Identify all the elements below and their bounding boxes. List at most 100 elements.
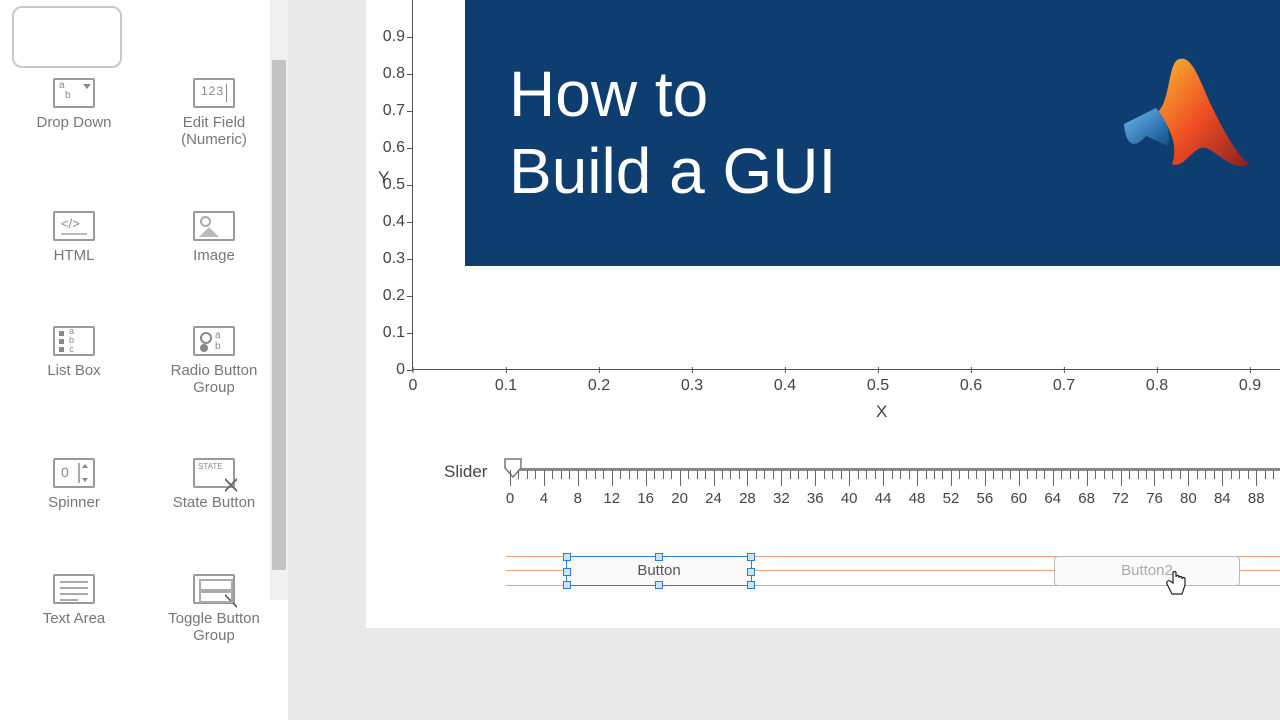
blank-panel-preview[interactable]	[12, 6, 122, 68]
ruler-tick	[1205, 470, 1206, 479]
ruler-label: 76	[1146, 490, 1163, 507]
resize-handle[interactable]	[563, 581, 571, 589]
ruler-tick	[917, 470, 918, 486]
image-icon	[193, 211, 235, 241]
ruler-tick	[1087, 470, 1088, 486]
ruler-label: 84	[1214, 490, 1231, 507]
resize-handle[interactable]	[563, 568, 571, 576]
y-tick: 0.8	[367, 65, 405, 83]
y-tick: 0.3	[367, 250, 405, 268]
ruler-label: 12	[603, 490, 620, 507]
component-label: Radio Button	[171, 362, 258, 379]
ruler-label: 8	[574, 490, 582, 507]
ruler-tick	[1019, 470, 1020, 486]
design-workspace: Y X 0.90.80.70.60.50.40.30.20.1000.10.20…	[288, 0, 1280, 720]
ruler-label: 60	[1010, 490, 1027, 507]
ruler-tick	[722, 470, 723, 479]
resize-handle[interactable]	[747, 553, 755, 561]
resize-handle[interactable]	[747, 568, 755, 576]
spinner-icon	[53, 458, 95, 488]
toggle-group-icon	[193, 574, 235, 604]
component-radiogroup[interactable]: Radio Button Group	[144, 326, 284, 397]
ruler-tick	[985, 470, 986, 486]
resize-handle[interactable]	[655, 581, 663, 589]
ruler-tick	[637, 470, 638, 479]
ruler-label: 56	[977, 490, 994, 507]
y-tick: 0.4	[367, 213, 405, 231]
component-statebutton[interactable]: State Button	[144, 458, 284, 511]
component-togglegroup[interactable]: Toggle Button Group	[144, 574, 284, 645]
ruler-tick	[1188, 470, 1189, 486]
slider-ruler: 0481216202428323640444852566064687276808…	[510, 470, 1280, 516]
ruler-label: 28	[739, 490, 756, 507]
ruler-label: 16	[637, 490, 654, 507]
ruler-tick	[849, 470, 850, 486]
resize-handle[interactable]	[747, 581, 755, 589]
ruler-tick	[926, 470, 927, 479]
ruler-label: 48	[909, 490, 926, 507]
ruler-tick	[561, 470, 562, 479]
ruler-tick	[1104, 470, 1105, 479]
ruler-label: 24	[705, 490, 722, 507]
ruler-tick	[909, 470, 910, 479]
ruler-tick	[858, 470, 859, 479]
listbox-icon	[53, 326, 95, 356]
component-label: Drop Down	[36, 114, 111, 131]
radio-group-icon	[193, 326, 235, 356]
ruler-tick	[951, 470, 952, 486]
ruler-tick	[1180, 470, 1181, 479]
resize-handle[interactable]	[563, 553, 571, 561]
component-spinner[interactable]: Spinner	[4, 458, 144, 511]
y-tick: 0.6	[367, 139, 405, 157]
component-listbox[interactable]: List Box	[4, 326, 144, 397]
button-1[interactable]: Button	[566, 556, 752, 586]
component-edit-numeric[interactable]: Edit Field (Numeric)	[144, 78, 284, 149]
ruler-tick	[518, 470, 519, 479]
component-textarea[interactable]: Text Area	[4, 574, 144, 645]
ruler-tick	[1231, 470, 1232, 479]
ruler-label: 32	[773, 490, 790, 507]
matlab-logo-icon	[1122, 52, 1252, 172]
ruler-tick	[1078, 470, 1079, 479]
slider-component[interactable]: Slider 048121620242832364044485256606468…	[444, 458, 1280, 528]
ruler-tick	[1010, 470, 1011, 479]
ruler-tick	[1138, 470, 1139, 479]
component-image[interactable]: Image	[144, 211, 284, 264]
ruler-label: 72	[1112, 490, 1129, 507]
ruler-tick	[1248, 470, 1249, 479]
ruler-tick	[1146, 470, 1147, 479]
x-axis-label: X	[876, 402, 887, 422]
component-label: Toggle Button	[168, 610, 260, 627]
ruler-tick	[1036, 470, 1037, 479]
ruler-tick	[959, 470, 960, 479]
ruler-tick	[976, 470, 977, 479]
textarea-icon	[53, 574, 95, 604]
component-dropdown[interactable]: Drop Down	[4, 78, 144, 149]
resize-handle[interactable]	[655, 553, 663, 561]
ruler-tick	[1214, 470, 1215, 479]
state-button-icon	[193, 458, 235, 488]
palette-scrollbar[interactable]	[270, 0, 288, 600]
x-tick: 0.9	[1239, 377, 1261, 395]
component-html[interactable]: HTML	[4, 211, 144, 264]
ruler-tick	[1070, 470, 1071, 479]
ruler-label: 52	[943, 490, 960, 507]
scrollbar-thumb[interactable]	[272, 60, 286, 570]
ruler-tick	[790, 470, 791, 479]
ruler-tick	[1044, 470, 1045, 479]
ruler-tick	[620, 470, 621, 479]
ruler-tick	[798, 470, 799, 479]
ruler-tick	[671, 470, 672, 479]
ruler-tick	[773, 470, 774, 479]
x-tick: 0.4	[774, 377, 796, 395]
ruler-label: 40	[841, 490, 858, 507]
ruler-tick	[578, 470, 579, 486]
ruler-tick	[756, 470, 757, 479]
ruler-tick	[841, 470, 842, 479]
x-tick: 0.6	[960, 377, 982, 395]
ruler-tick	[1002, 470, 1003, 479]
button-2[interactable]: Button2	[1054, 556, 1240, 586]
ruler-tick	[1112, 470, 1113, 479]
component-sublabel: (Numeric)	[181, 131, 247, 148]
component-label: Spinner	[48, 494, 100, 511]
